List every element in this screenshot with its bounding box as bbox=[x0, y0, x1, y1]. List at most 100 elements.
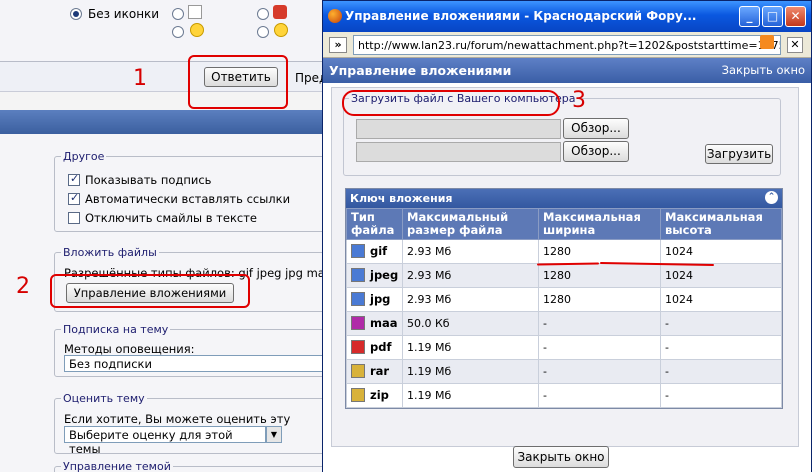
browse-button-2[interactable]: Обзор... bbox=[563, 141, 629, 162]
cell-max-width: - bbox=[538, 383, 661, 408]
cell-file-type: maa bbox=[346, 311, 403, 336]
pdf-icon bbox=[351, 339, 365, 354]
file-type-label: maa bbox=[370, 316, 398, 331]
popup-header-title: Управление вложениями bbox=[329, 63, 512, 78]
rate-thread-legend: Оценить тему bbox=[63, 392, 145, 405]
cell-max-width: 1280 bbox=[538, 263, 661, 288]
minimize-icon[interactable]: _ bbox=[739, 6, 760, 27]
cell-max-width: - bbox=[538, 335, 661, 360]
cell-file-type: jpg bbox=[346, 287, 403, 312]
show-signature-option[interactable]: Показывать подпись bbox=[68, 172, 212, 187]
icon-radio[interactable] bbox=[172, 26, 184, 38]
table-row: jpg 2.93 Мб 1280 1024 bbox=[346, 287, 782, 312]
annotation-highlight-reply bbox=[188, 55, 288, 109]
file-type-label: jpg bbox=[370, 292, 391, 307]
cell-max-height: - bbox=[660, 311, 782, 336]
cell-file-type: jpeg bbox=[346, 263, 403, 288]
column-header-type: Тип файла bbox=[346, 208, 403, 240]
icon-radio[interactable] bbox=[172, 8, 184, 20]
manage-thread-group: Управление темой bbox=[54, 460, 334, 472]
annotation-highlight-upload bbox=[342, 90, 560, 116]
icon-radio[interactable] bbox=[257, 26, 269, 38]
manage-thread-legend: Управление темой bbox=[63, 460, 171, 472]
disable-smilies-option[interactable]: Отключить смайлы в тексте bbox=[68, 211, 257, 225]
icon-radio[interactable] bbox=[257, 8, 269, 20]
cell-max-height: - bbox=[660, 383, 782, 408]
auto-links-option[interactable]: Автоматически вставлять ссылки bbox=[68, 191, 291, 206]
firefox-icon bbox=[328, 9, 342, 23]
table-row: gif 2.93 Мб 1280 1024 bbox=[346, 239, 782, 264]
cell-file-type: rar bbox=[346, 359, 403, 384]
file-type-label: gif bbox=[370, 244, 388, 259]
rating-dropdown-arrow-icon[interactable]: ▼ bbox=[266, 426, 282, 443]
annotation-number-2: 2 bbox=[16, 274, 30, 299]
cell-max-height: 1024 bbox=[660, 263, 782, 288]
cell-max-size: 2.93 Мб bbox=[402, 239, 539, 264]
show-signature-checkbox[interactable] bbox=[68, 172, 80, 186]
address-close-icon[interactable]: ✕ bbox=[787, 37, 803, 53]
subscription-legend: Подписка на тему bbox=[63, 323, 169, 336]
image-icon bbox=[351, 291, 365, 306]
no-icon-label: Без иконки bbox=[88, 7, 160, 21]
popup-header-close-link[interactable]: Закрыть окно bbox=[722, 63, 805, 77]
forum-section-header bbox=[0, 110, 322, 134]
image-icon bbox=[351, 243, 365, 258]
file-input-1[interactable] bbox=[356, 119, 561, 139]
attachment-types-table: Тип файла Максимальный размер файла Макс… bbox=[346, 208, 782, 408]
maximize-icon[interactable]: □ bbox=[762, 6, 783, 27]
close-window-button[interactable]: Закрыть окно bbox=[513, 446, 609, 468]
browse-button-1[interactable]: Обзор... bbox=[563, 118, 629, 139]
collapse-icon[interactable]: ⌃ bbox=[765, 191, 778, 204]
auto-links-checkbox[interactable] bbox=[68, 191, 80, 205]
cell-max-width: - bbox=[538, 359, 661, 384]
file-type-label: zip bbox=[370, 388, 389, 403]
annotation-number-1: 1 bbox=[133, 66, 147, 91]
upload-button[interactable]: Загрузить bbox=[705, 144, 773, 164]
file-type-label: rar bbox=[370, 364, 390, 379]
site-identity-icon[interactable]: » bbox=[329, 37, 347, 53]
thumbs-down-icon bbox=[273, 5, 287, 19]
other-options-legend: Другое bbox=[63, 150, 105, 163]
smile-icon bbox=[190, 23, 204, 37]
table-row: zip 1.19 Мб - - bbox=[346, 383, 782, 408]
attachment-key-table: Ключ вложения ⌃ Тип файла Максимальный р… bbox=[345, 188, 783, 409]
cell-max-height: - bbox=[660, 335, 782, 360]
close-icon[interactable]: ✕ bbox=[785, 6, 806, 27]
table-row: rar 1.19 Мб - - bbox=[346, 359, 782, 384]
attachment-key-header: Ключ вложения ⌃ bbox=[346, 189, 782, 208]
archive-icon bbox=[351, 387, 365, 402]
file-input-2[interactable] bbox=[356, 142, 561, 162]
file-type-label: pdf bbox=[370, 340, 392, 355]
address-input[interactable]: http://www.lan23.ru/forum/newattachment.… bbox=[353, 35, 781, 55]
auto-links-label: Автоматически вставлять ссылки bbox=[85, 192, 291, 206]
window-titlebar[interactable]: Управление вложениями - Краснодарский Фо… bbox=[323, 1, 811, 32]
cell-max-size: 2.93 Мб bbox=[402, 263, 539, 288]
cell-max-width: - bbox=[538, 311, 661, 336]
cell-max-size: 1.19 Мб bbox=[402, 359, 539, 384]
rating-select[interactable]: Выберите оценку для этой темы bbox=[64, 426, 266, 456]
cell-max-size: 1.19 Мб bbox=[402, 335, 539, 360]
cell-max-size: 50.0 Кб bbox=[402, 311, 539, 336]
column-header-size: Максимальный размер файла bbox=[402, 208, 539, 240]
no-icon-radio[interactable] bbox=[70, 8, 82, 20]
cell-max-size: 2.93 Мб bbox=[402, 287, 539, 312]
attach-files-legend: Вложить файлы bbox=[63, 246, 157, 259]
table-row: pdf 1.19 Мб - - bbox=[346, 335, 782, 360]
attachments-popup-window: Управление вложениями - Краснодарский Фо… bbox=[322, 0, 812, 472]
annotation-number-3: 3 bbox=[572, 88, 586, 113]
cell-max-height: - bbox=[660, 359, 782, 384]
show-signature-label: Показывать подпись bbox=[85, 173, 212, 187]
address-bar: » http://www.lan23.ru/forum/newattachmen… bbox=[323, 32, 811, 58]
file-type-label: jpeg bbox=[370, 268, 399, 283]
cell-max-height: 1024 bbox=[660, 239, 782, 264]
notify-method-select[interactable]: Без подписки bbox=[64, 355, 326, 372]
table-row: maa 50.0 Кб - - bbox=[346, 311, 782, 336]
rss-icon[interactable] bbox=[760, 35, 774, 49]
archive-icon bbox=[351, 363, 365, 378]
cell-max-width: 1280 bbox=[538, 239, 661, 264]
no-icon-option[interactable]: Без иконки bbox=[70, 7, 159, 21]
document-icon bbox=[188, 5, 202, 19]
column-header-height: Максимальная высота bbox=[660, 208, 782, 240]
cell-file-type: zip bbox=[346, 383, 403, 408]
disable-smilies-checkbox[interactable] bbox=[68, 212, 80, 224]
